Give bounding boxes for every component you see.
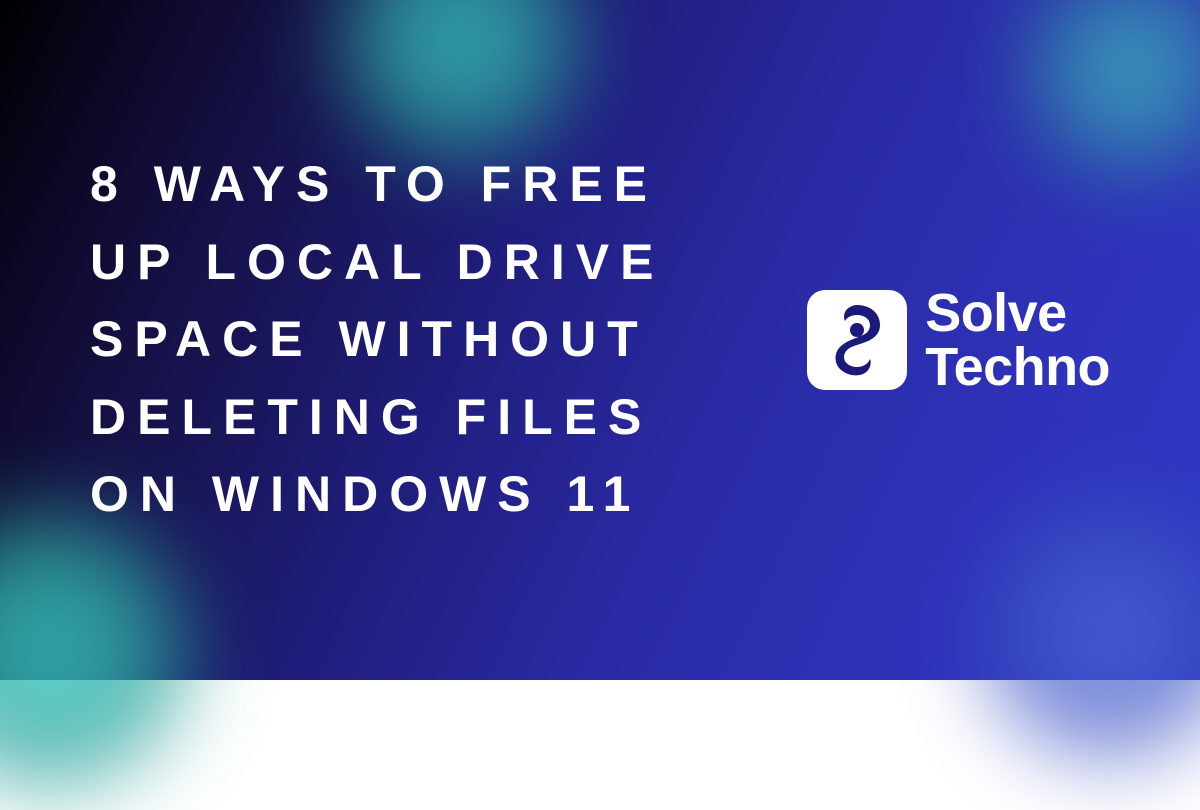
article-headline: 8 WAYS TO FREE UP LOCAL DRIVE SPACE WITH… xyxy=(90,146,767,534)
brand-name-line1: Solve xyxy=(925,286,1110,340)
logo-mark-icon xyxy=(807,290,907,390)
s-shape-icon xyxy=(828,301,886,379)
brand-name: Solve Techno xyxy=(925,286,1110,394)
brand-name-line2: Techno xyxy=(925,340,1110,394)
brand-logo: Solve Techno xyxy=(807,286,1110,394)
content-container: 8 WAYS TO FREE UP LOCAL DRIVE SPACE WITH… xyxy=(0,0,1200,680)
